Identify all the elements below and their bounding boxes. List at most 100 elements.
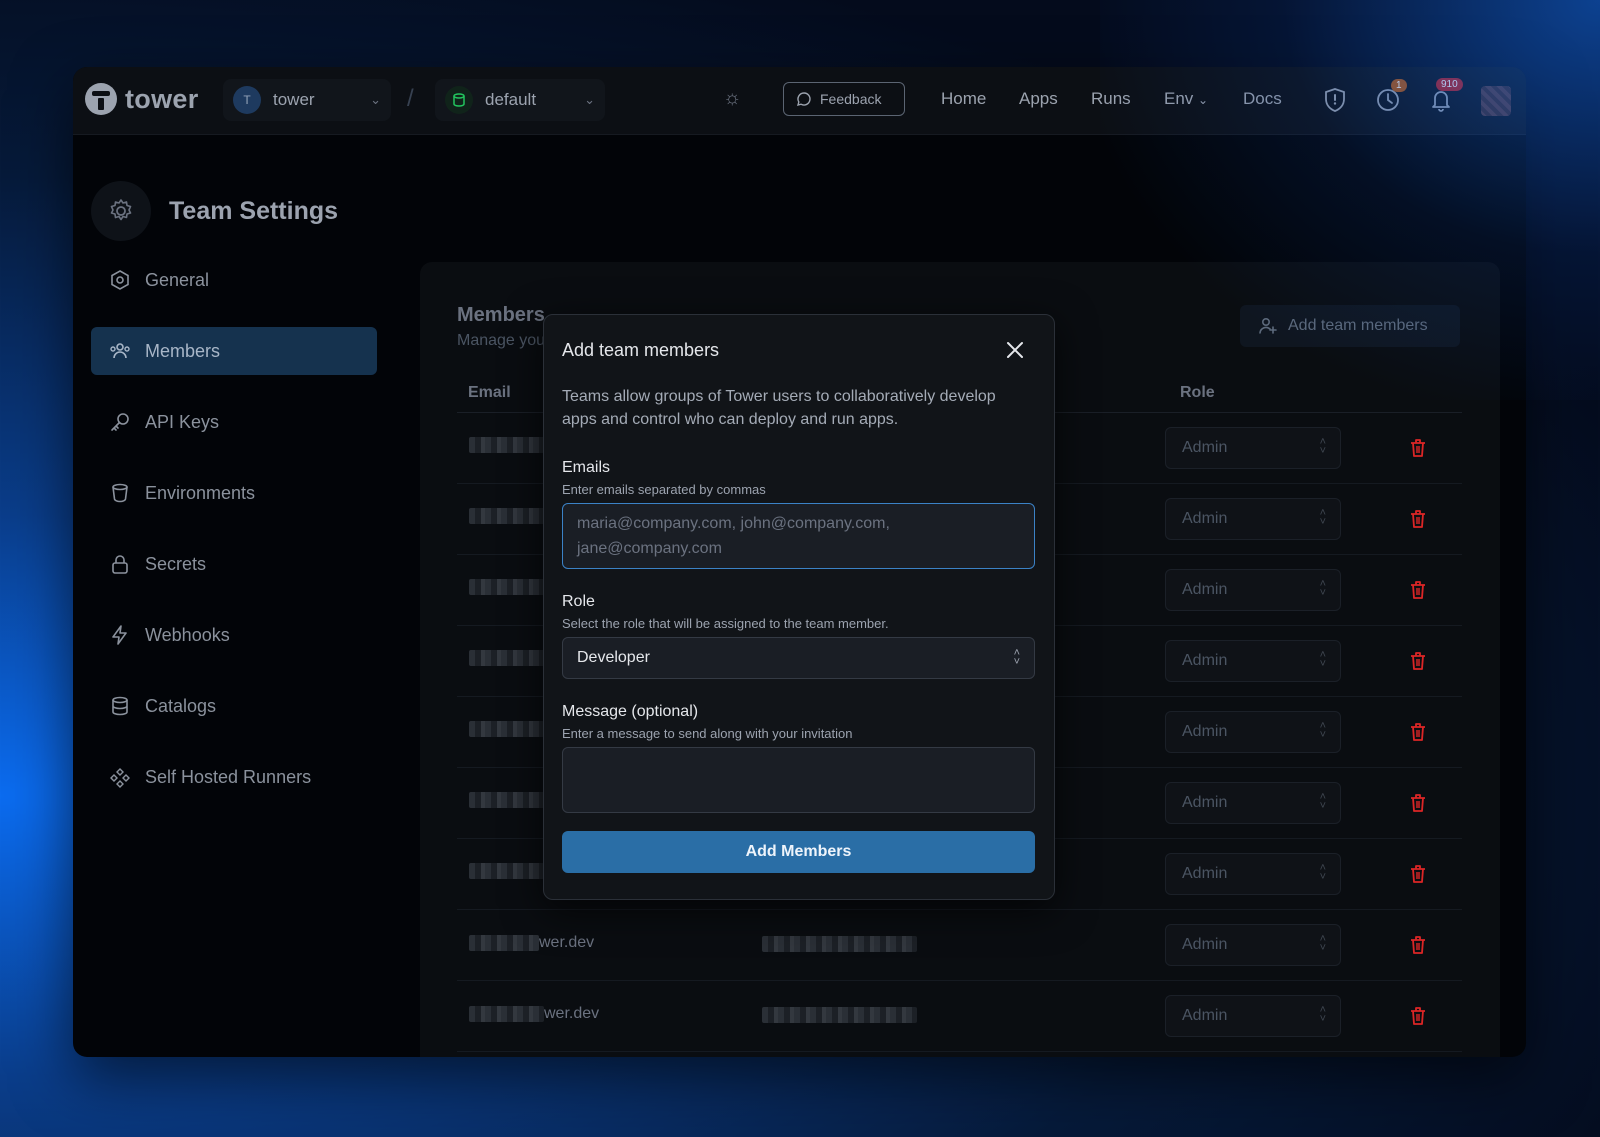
member-role-select[interactable]: Admin ˄ ˅ [1165, 924, 1341, 966]
trash-icon[interactable] [1408, 792, 1428, 814]
member-role-value: Admin [1182, 581, 1228, 598]
sidebar-item-secrets[interactable]: Secrets [91, 540, 377, 588]
sidebar-item-label: General [145, 269, 210, 290]
trash-icon[interactable] [1408, 650, 1428, 672]
member-email [469, 650, 549, 666]
member-role-value: Admin [1182, 936, 1228, 953]
message-input[interactable] [562, 747, 1035, 813]
emails-input[interactable] [562, 503, 1035, 569]
member-email [469, 792, 549, 808]
trash-icon[interactable] [1408, 934, 1428, 956]
member-role-select[interactable]: Admin ˄ ˅ [1165, 498, 1341, 540]
page-title: Team Settings [169, 196, 339, 225]
role-select[interactable]: Developer ˄ ˅ [562, 637, 1035, 679]
environment-selector[interactable]: default ⌄ [435, 79, 605, 121]
trash-icon[interactable] [1408, 863, 1428, 885]
top-navigation: tower T tower ⌄ / default ⌄ ☼ Feedback H… [73, 67, 1526, 135]
nav-docs[interactable]: Docs [1243, 89, 1282, 109]
member-role-select[interactable]: Admin ˄ ˅ [1165, 995, 1341, 1037]
member-email [469, 579, 554, 595]
chevron-up-down-icon: ˄ ˅ [1319, 720, 1326, 741]
feedback-label: Feedback [820, 91, 882, 107]
member-role-select[interactable]: Admin ˄ ˅ [1165, 711, 1341, 753]
gear-icon [91, 181, 151, 241]
settings-sidebar: General Members API Keys Environments Se… [91, 256, 377, 824]
shield-icon[interactable] [1320, 85, 1350, 115]
member-role-select[interactable]: Admin ˄ ˅ [1165, 427, 1341, 469]
email-suffix: wer.dev [544, 1005, 600, 1022]
trash-icon[interactable] [1408, 1005, 1428, 1027]
redacted-name [762, 1007, 917, 1023]
nav-apps[interactable]: Apps [1019, 89, 1058, 109]
redacted-email [469, 792, 549, 808]
environment-name: default [485, 90, 537, 109]
nav-env-label: Env [1164, 89, 1194, 108]
feedback-button[interactable]: Feedback [783, 82, 905, 116]
close-icon[interactable] [1004, 339, 1026, 361]
user-avatar[interactable] [1481, 86, 1511, 116]
member-role-select[interactable]: Admin ˄ ˅ [1165, 782, 1341, 824]
role-select-value: Developer [577, 649, 650, 666]
member-role-value: Admin [1182, 652, 1228, 669]
add-members-button[interactable]: Add Members [562, 831, 1035, 873]
sidebar-item-self-hosted-runners[interactable]: Self Hosted Runners [91, 753, 377, 801]
members-subtitle: Manage you [457, 332, 546, 349]
nav-runs[interactable]: Runs [1091, 89, 1131, 109]
database-icon [112, 696, 128, 716]
redacted-email [469, 721, 544, 737]
redacted-email [469, 1006, 544, 1022]
member-role-value: Admin [1182, 1007, 1228, 1024]
chevron-down-icon: ⌄ [584, 92, 595, 107]
sidebar-item-environments[interactable]: Environments [91, 469, 377, 517]
key-icon [111, 413, 129, 431]
lock-icon [112, 555, 128, 574]
sidebar-item-label: Catalogs [145, 695, 217, 716]
member-role-select[interactable]: Admin ˄ ˅ [1165, 853, 1341, 895]
redacted-email [469, 650, 549, 666]
team-selector[interactable]: T tower ⌄ [223, 79, 391, 121]
email-suffix: wer.dev [539, 934, 595, 951]
redacted-email [469, 579, 554, 595]
chevron-up-down-icon: ˄ ˅ [1319, 791, 1326, 812]
sidebar-item-label: Secrets [145, 553, 207, 574]
sidebar-item-api-keys[interactable]: API Keys [91, 398, 377, 446]
trash-icon[interactable] [1408, 721, 1428, 743]
member-role-select[interactable]: Admin ˄ ˅ [1165, 640, 1341, 682]
sun-icon[interactable]: ☼ [723, 87, 741, 110]
nav-home[interactable]: Home [941, 89, 986, 109]
trash-icon[interactable] [1408, 437, 1428, 459]
hexagon-gear-icon [111, 270, 129, 290]
column-header-role[interactable]: Role [1180, 384, 1215, 402]
chevron-up-down-icon: ˄ ˅ [1319, 933, 1326, 954]
logo-text: tower [125, 83, 199, 114]
role-label: Role [562, 593, 595, 610]
database-icon [445, 86, 473, 114]
redacted-email [469, 935, 539, 951]
add-team-members-button[interactable]: Add team members [1240, 305, 1460, 347]
chevron-up-down-icon: ˄ ˅ [1319, 578, 1326, 599]
nav-env[interactable]: Env ⌄ [1164, 89, 1208, 109]
chevron-up-down-icon: ˄ ˅ [1319, 507, 1326, 528]
chevron-up-down-icon: ˄ ˅ [1319, 649, 1326, 670]
tower-logo-icon [85, 83, 117, 115]
chevron-up-down-icon: ˄ ˅ [1319, 862, 1326, 883]
sidebar-item-members[interactable]: Members [91, 327, 377, 375]
cylinder-icon [112, 483, 128, 503]
dialog-title: Add team members [562, 340, 720, 360]
sidebar-item-general[interactable]: General [91, 256, 377, 304]
chevron-down-icon: ⌄ [1198, 93, 1209, 107]
breadcrumb-separator: / [407, 85, 414, 112]
member-role-select[interactable]: Admin ˄ ˅ [1165, 569, 1341, 611]
trash-icon[interactable] [1408, 579, 1428, 601]
member-email [469, 863, 544, 879]
emails-label: Emails [562, 459, 611, 476]
tower-logo[interactable]: tower [85, 83, 199, 115]
member-role-value: Admin [1182, 794, 1228, 811]
sidebar-item-webhooks[interactable]: Webhooks [91, 611, 377, 659]
sidebar-item-label: Environments [145, 482, 256, 503]
chevron-up-down-icon: ˄ ˅ [1013, 647, 1020, 668]
message-label: Message (optional) [562, 703, 699, 720]
sidebar-item-catalogs[interactable]: Catalogs [91, 682, 377, 730]
trash-icon[interactable] [1408, 508, 1428, 530]
column-header-email[interactable]: Email [468, 384, 511, 402]
